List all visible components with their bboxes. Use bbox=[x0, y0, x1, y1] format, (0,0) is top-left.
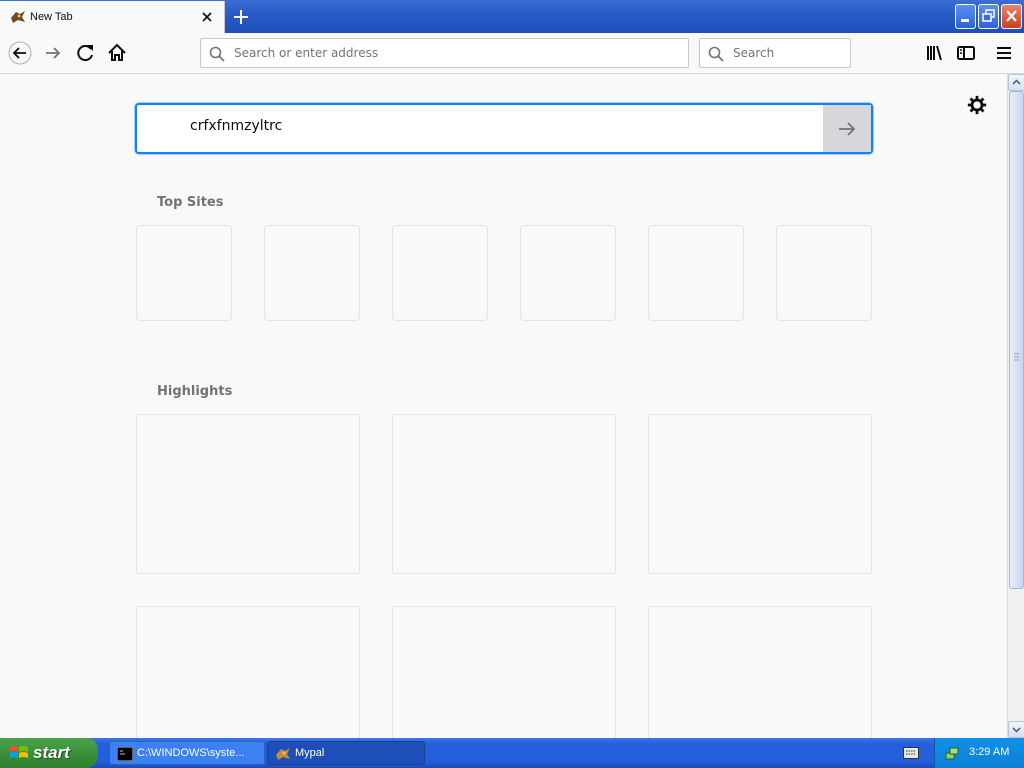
home-icon[interactable] bbox=[105, 41, 129, 65]
close-icon[interactable] bbox=[198, 8, 216, 26]
tab-strip: New Tab bbox=[0, 0, 1024, 33]
taskbar: start C:\WINDOWS\syste... Mypal 3:29 AM bbox=[0, 738, 1024, 768]
highlight-card[interactable] bbox=[136, 606, 360, 738]
restore-icon bbox=[982, 9, 995, 22]
top-site-tile[interactable] bbox=[264, 225, 360, 321]
grip-icon bbox=[1014, 353, 1019, 361]
taskbar-item-label: C:\WINDOWS\syste... bbox=[137, 747, 245, 759]
window-close-button[interactable] bbox=[1001, 4, 1022, 29]
nav-bar bbox=[0, 33, 1024, 74]
gear-icon[interactable] bbox=[966, 94, 988, 116]
minimize-button[interactable] bbox=[955, 4, 976, 29]
start-label: start bbox=[33, 743, 70, 762]
chevron-up-icon bbox=[1012, 79, 1021, 85]
network-icon[interactable] bbox=[944, 745, 960, 761]
minimize-icon bbox=[961, 19, 969, 22]
tab-title: New Tab bbox=[30, 11, 73, 23]
search-bar[interactable] bbox=[699, 38, 851, 68]
highlight-card[interactable] bbox=[648, 606, 872, 738]
top-sites-heading: Top Sites bbox=[157, 195, 224, 210]
scroll-down-button[interactable] bbox=[1008, 721, 1024, 738]
highlight-card[interactable] bbox=[392, 414, 616, 574]
clock: 3:29 AM bbox=[969, 746, 1010, 758]
web-search-value[interactable]: crfxfnmzyltrc bbox=[190, 118, 282, 134]
restore-button[interactable] bbox=[978, 4, 999, 29]
back-arrow-icon[interactable] bbox=[8, 41, 32, 65]
top-site-tile[interactable] bbox=[520, 225, 616, 321]
forward-arrow-icon[interactable] bbox=[41, 41, 65, 65]
hamburger-menu-icon[interactable] bbox=[992, 41, 1016, 65]
highlights-heading: Highlights bbox=[157, 384, 233, 399]
top-site-tile[interactable] bbox=[136, 225, 232, 321]
new-tab-page: crfxfnmzyltrc Top Sites Highlights bbox=[0, 74, 1007, 738]
taskbar-item-label: Mypal bbox=[295, 747, 325, 759]
cmd-icon bbox=[117, 747, 133, 761]
library-icon[interactable] bbox=[922, 41, 946, 65]
taskbar-item-cmd[interactable]: C:\WINDOWS\syste... bbox=[109, 741, 265, 765]
highlight-card[interactable] bbox=[392, 606, 616, 738]
address-bar[interactable] bbox=[200, 38, 689, 68]
highlight-card[interactable] bbox=[648, 414, 872, 574]
address-input[interactable] bbox=[232, 39, 672, 67]
top-site-tile[interactable] bbox=[648, 225, 744, 321]
highlight-card[interactable] bbox=[136, 414, 360, 574]
search-icon bbox=[708, 46, 724, 62]
top-site-tile[interactable] bbox=[392, 225, 488, 321]
keyboard-icon[interactable] bbox=[903, 747, 919, 759]
scroll-thumb[interactable] bbox=[1009, 91, 1024, 589]
taskbar-item-mypal[interactable]: Mypal bbox=[267, 741, 425, 765]
reload-icon[interactable] bbox=[74, 41, 98, 65]
mypal-favicon bbox=[11, 11, 25, 23]
arrow-right-icon bbox=[839, 122, 856, 136]
windows-logo-icon bbox=[10, 746, 28, 758]
scroll-up-button[interactable] bbox=[1008, 74, 1024, 91]
tab-new-tab[interactable]: New Tab bbox=[0, 1, 225, 33]
search-go-button[interactable] bbox=[823, 105, 871, 152]
top-site-tile[interactable] bbox=[776, 225, 872, 321]
plus-icon[interactable] bbox=[230, 6, 252, 28]
search-input[interactable] bbox=[731, 39, 841, 67]
web-search-box[interactable]: crfxfnmzyltrc bbox=[135, 103, 873, 154]
search-icon bbox=[209, 46, 225, 62]
system-tray: 3:29 AM bbox=[934, 738, 1024, 768]
sidebar-icon[interactable] bbox=[954, 41, 978, 65]
mypal-favicon bbox=[276, 748, 290, 760]
chevron-down-icon bbox=[1012, 727, 1021, 733]
vertical-scrollbar[interactable] bbox=[1007, 74, 1024, 738]
close-icon bbox=[1006, 10, 1017, 22]
start-button[interactable]: start bbox=[0, 738, 98, 768]
